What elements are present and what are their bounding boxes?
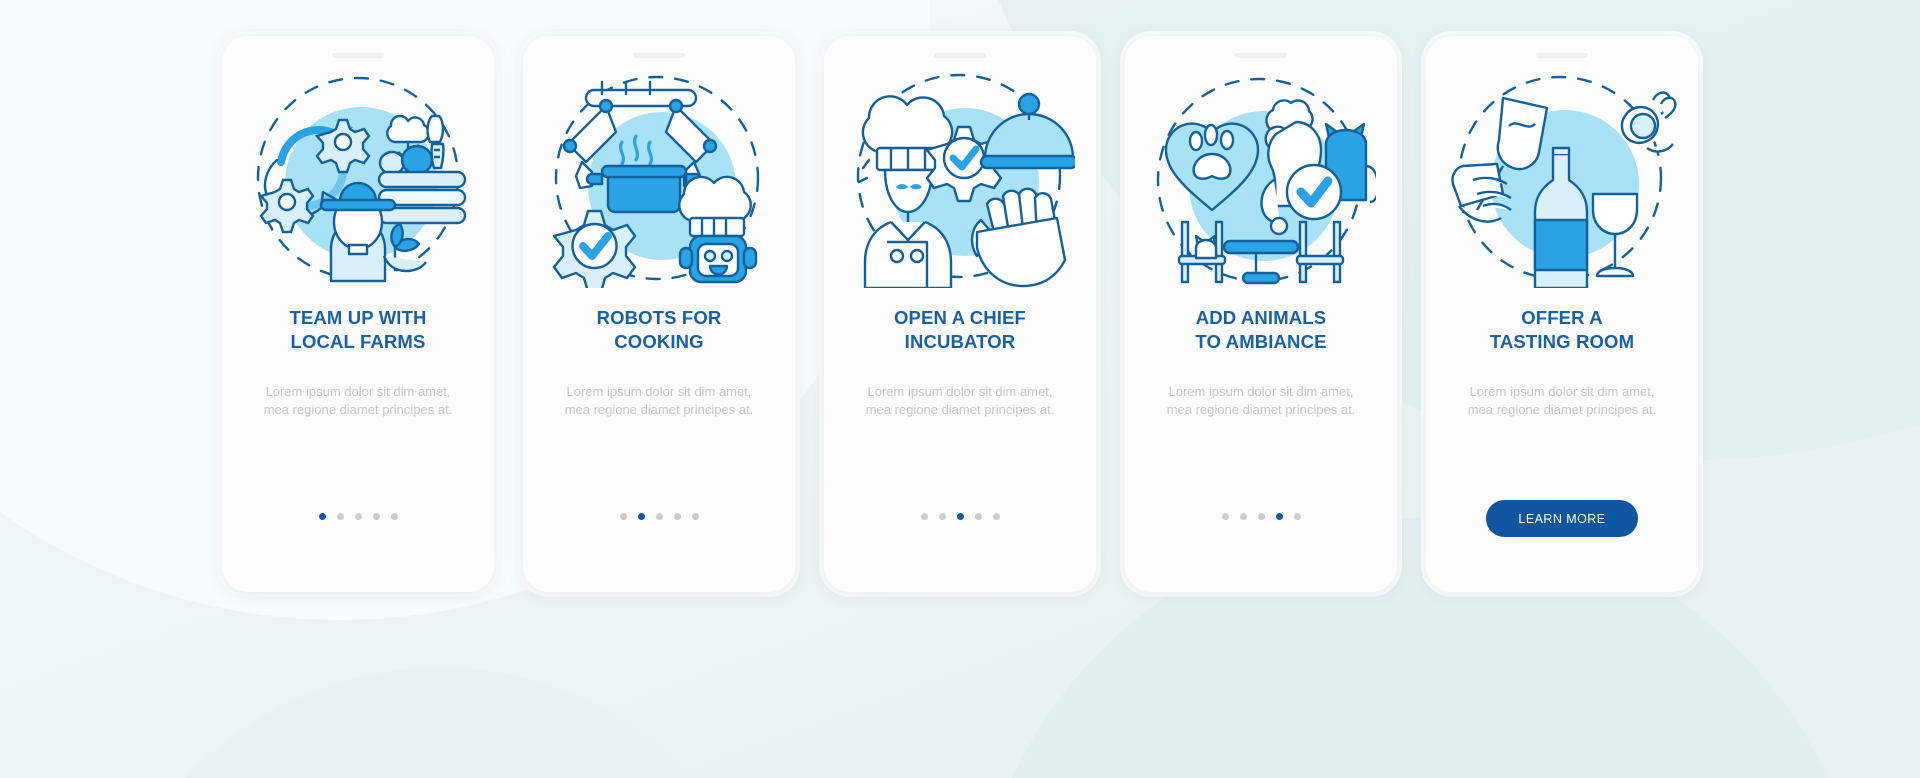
- screen-title: OFFER A TASTING ROOM: [1489, 307, 1635, 352]
- pagination-dot-3-active[interactable]: [956, 513, 964, 520]
- pagination-dot-1[interactable]: [1221, 513, 1229, 520]
- pagination-dot-2[interactable]: [938, 513, 946, 520]
- pagination-dots: [222, 513, 494, 520]
- pagination-dot-5[interactable]: [390, 513, 398, 520]
- pagination-dot-4-active[interactable]: [1275, 513, 1283, 520]
- illustration-wine-glass-bottle-hands: [1451, 75, 1677, 288]
- pagination-dot-3[interactable]: [655, 513, 663, 520]
- phone-speaker-notch: [332, 53, 384, 58]
- pagination-dot-3[interactable]: [354, 513, 362, 520]
- pagination-dot-2[interactable]: [1239, 513, 1247, 520]
- pagination-dot-4[interactable]: [673, 513, 681, 520]
- illustration-heart-paw-dog-cat-table: [1156, 77, 1376, 285]
- screen-body-text: Lorem ipsum dolor sit dim amet, mea regi…: [564, 384, 754, 417]
- pagination-dot-5[interactable]: [992, 513, 1000, 520]
- learn-more-button[interactable]: LEARN MORE: [1486, 500, 1638, 537]
- onboarding-screen-add-animals-to-ambiance: ADD ANIMALS TO AMBIANCE Lorem ipsum dolor…: [1125, 36, 1397, 592]
- onboarding-screen-open-a-chief-incubator: OPEN A CHIEF INCUBATOR Lorem ipsum dolor …: [824, 36, 1096, 592]
- pagination-dots: [824, 513, 1096, 520]
- onboarding-screens-row: TEAM UP WITH LOCAL FARMS Lorem ipsum dolo…: [0, 0, 1920, 592]
- pagination-dot-1[interactable]: [920, 513, 928, 520]
- pagination-dot-4[interactable]: [372, 513, 380, 520]
- pagination-dot-3[interactable]: [1257, 513, 1265, 520]
- screen-title: ADD ANIMALS TO AMBIANCE: [1195, 307, 1327, 352]
- illustration-chef-cloche-gear-hands: [856, 73, 1075, 288]
- pagination-dot-1-active[interactable]: [318, 513, 326, 520]
- phone-speaker-notch: [1235, 53, 1287, 58]
- pagination-dots: [1125, 513, 1397, 520]
- screen-body-text: Lorem ipsum dolor sit dim amet, mea regi…: [865, 384, 1055, 417]
- pagination-dots: [523, 513, 795, 520]
- screen-title: OPEN A CHIEF INCUBATOR: [894, 307, 1026, 352]
- pagination-dot-5[interactable]: [1293, 513, 1301, 520]
- screen-title: TEAM UP WITH LOCAL FARMS: [289, 307, 427, 352]
- illustration-farmer-gears-vegetables: [256, 76, 467, 283]
- phone-speaker-notch: [633, 53, 685, 58]
- onboarding-screen-offer-a-tasting-room: OFFER A TASTING ROOM Lorem ipsum dolor si…: [1426, 36, 1698, 592]
- phone-speaker-notch: [934, 53, 986, 58]
- onboarding-screen-robots-for-cooking: ROBOTS FOR COOKING Lorem ipsum dolor sit …: [523, 36, 795, 592]
- onboarding-screen-team-up-with-local-farms: TEAM UP WITH LOCAL FARMS Lorem ipsum dolo…: [222, 36, 494, 592]
- pagination-dot-2-active[interactable]: [637, 513, 645, 520]
- screen-body-text: Lorem ipsum dolor sit dim amet, mea regi…: [1166, 384, 1356, 417]
- illustration-robot-arm-pot-chef-robot: [552, 75, 760, 288]
- screen-body-text: Lorem ipsum dolor sit dim amet, mea regi…: [263, 384, 453, 417]
- pagination-dot-2[interactable]: [336, 513, 344, 520]
- phone-speaker-notch: [1536, 53, 1588, 58]
- pagination-dot-1[interactable]: [619, 513, 627, 520]
- pagination-dot-5[interactable]: [691, 513, 699, 520]
- screen-title: ROBOTS FOR COOKING: [596, 307, 722, 352]
- pagination-dot-4[interactable]: [974, 513, 982, 520]
- screen-body-text: Lorem ipsum dolor sit dim amet, mea regi…: [1467, 384, 1657, 417]
